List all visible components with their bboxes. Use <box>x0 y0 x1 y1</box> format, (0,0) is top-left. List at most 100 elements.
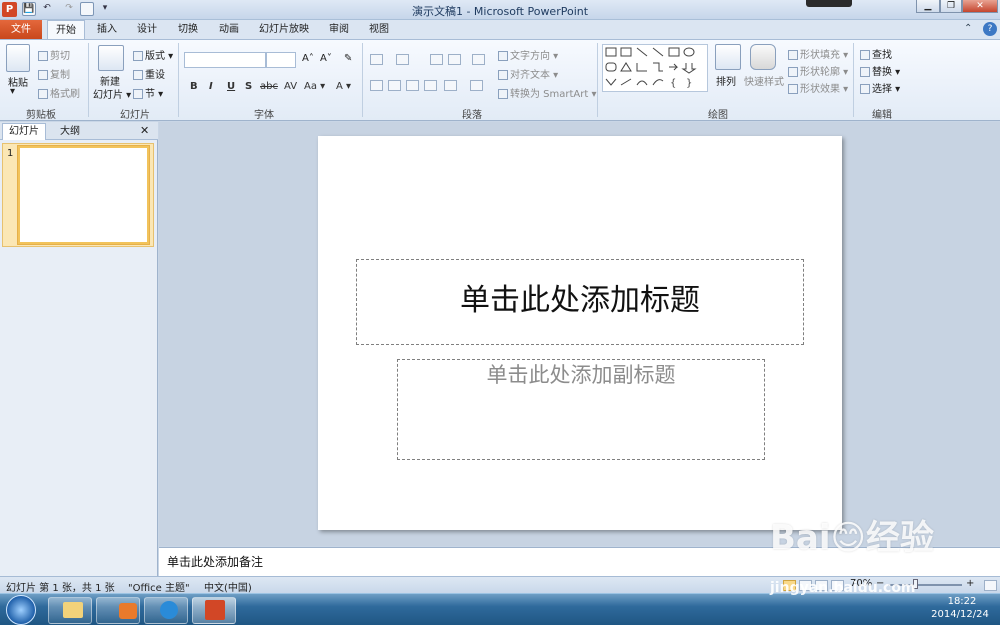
find-label: 查找 <box>872 50 892 61</box>
tab-slideshow[interactable]: 幻灯片放映 <box>252 20 316 40</box>
quick-styles-icon[interactable] <box>750 44 776 70</box>
close-panel-icon[interactable]: ✕ <box>140 124 149 137</box>
minimize-button[interactable]: ▁ <box>916 0 940 13</box>
distributed-icon[interactable] <box>444 80 457 91</box>
clear-formatting-icon[interactable]: ✎ <box>344 53 352 64</box>
arrange-icon[interactable] <box>715 44 741 70</box>
text-shadow-button[interactable]: S <box>245 81 252 92</box>
justify-icon[interactable] <box>424 80 437 91</box>
quick-styles-button[interactable]: 快速样式 <box>744 73 784 88</box>
tab-review[interactable]: 审阅 <box>320 20 358 40</box>
shape-fill-label: 形状填充 ▾ <box>800 50 849 61</box>
underline-button[interactable]: U <box>227 81 235 92</box>
watermark-url: jingyan.baidu.com <box>770 580 916 596</box>
character-spacing-button[interactable]: AV <box>284 81 297 92</box>
tab-file[interactable]: 文件 <box>0 20 42 39</box>
align-left-icon[interactable] <box>370 80 383 91</box>
tab-transitions[interactable]: 切换 <box>169 20 207 40</box>
tab-insert[interactable]: 插入 <box>88 20 126 40</box>
subtitle-placeholder[interactable]: 单击此处添加副标题 <box>397 359 765 460</box>
print-preview-icon[interactable] <box>80 2 94 16</box>
zoom-in-button[interactable]: + <box>966 578 974 589</box>
section-button[interactable]: 节 ▾ <box>133 85 163 100</box>
select-icon <box>860 84 870 94</box>
section-label: 节 ▾ <box>145 89 164 100</box>
align-center-icon[interactable] <box>388 80 401 91</box>
tab-home[interactable]: 开始 <box>47 20 85 40</box>
save-icon[interactable]: 💾 <box>22 2 36 16</box>
cut-button[interactable]: 剪切 <box>38 47 70 62</box>
text-direction-label: 文字方向 ▾ <box>510 51 559 62</box>
new-slide-dropdown[interactable]: 幻灯片 ▾ <box>93 86 131 101</box>
format-painter-button[interactable]: 格式刷 <box>38 85 80 100</box>
pdf-app-icon <box>119 603 137 619</box>
title-placeholder[interactable]: 单击此处添加标题 <box>356 259 804 345</box>
convert-smartart-button[interactable]: 转换为 SmartArt ▾ <box>498 85 597 100</box>
slide-canvas[interactable]: 单击此处添加标题 单击此处添加副标题 <box>318 136 842 530</box>
paste-icon[interactable] <box>6 44 30 72</box>
redo-icon[interactable]: ↷ <box>62 2 76 16</box>
tab-animations[interactable]: 动画 <box>209 20 249 40</box>
numbering-icon[interactable] <box>396 54 409 65</box>
undo-icon[interactable]: ↶ <box>40 2 54 16</box>
arrange-button[interactable]: 排列 <box>716 73 736 88</box>
reset-label: 重设 <box>145 70 165 81</box>
customize-quick-access-icon[interactable]: ▾ <box>98 2 112 16</box>
decrease-indent-icon[interactable] <box>430 54 443 65</box>
columns-icon[interactable] <box>470 80 483 91</box>
copy-icon <box>38 70 48 80</box>
shape-fill-button[interactable]: 形状填充 ▾ <box>788 46 848 61</box>
smartart-label: 转换为 SmartArt ▾ <box>510 89 597 100</box>
ribbon-minimize-icon[interactable]: ⌃ <box>964 23 972 34</box>
bullets-icon[interactable] <box>370 54 383 65</box>
grow-font-button[interactable]: A˄ <box>302 53 314 64</box>
replace-button[interactable]: 替换 ▾ <box>860 63 900 78</box>
paste-dropdown-icon[interactable]: ▾ <box>10 86 15 97</box>
font-name-combo[interactable] <box>184 52 266 68</box>
shapes-gallery[interactable]: {} <box>602 44 708 92</box>
close-button[interactable]: ✕ <box>962 0 998 13</box>
align-text-label: 对齐文本 ▾ <box>510 70 559 81</box>
text-direction-button[interactable]: 文字方向 ▾ <box>498 47 558 62</box>
align-text-button[interactable]: 对齐文本 ▾ <box>498 66 558 81</box>
theme-name[interactable]: "Office 主题" <box>128 579 190 594</box>
shape-effects-button[interactable]: 形状效果 ▾ <box>788 80 848 95</box>
align-right-icon[interactable] <box>406 80 419 91</box>
maximize-button[interactable]: ❐ <box>940 0 962 13</box>
shape-outline-button[interactable]: 形状轮廓 ▾ <box>788 63 848 78</box>
bold-button[interactable]: B <box>190 81 198 92</box>
line-spacing-icon[interactable] <box>472 54 485 65</box>
select-button[interactable]: 选择 ▾ <box>860 80 900 95</box>
shrink-font-button[interactable]: A˅ <box>320 53 332 64</box>
font-color-button[interactable]: A ▾ <box>336 81 351 92</box>
slide-thumbnail[interactable] <box>18 146 149 244</box>
new-slide-icon[interactable] <box>98 45 124 71</box>
ribbon-separator <box>178 43 179 117</box>
fit-to-window-icon[interactable] <box>984 580 997 591</box>
copy-button[interactable]: 复制 <box>38 66 70 81</box>
paragraph-group-label: 段落 <box>462 110 482 121</box>
reset-button[interactable]: 重设 <box>133 66 165 81</box>
powerpoint-logo-icon[interactable]: P <box>2 2 17 17</box>
layout-button[interactable]: 版式 ▾ <box>133 47 173 62</box>
copy-label: 复制 <box>50 70 70 81</box>
start-button-icon[interactable] <box>6 595 36 625</box>
change-case-button[interactable]: Aa ▾ <box>304 81 325 92</box>
layout-label: 版式 ▾ <box>145 51 174 62</box>
clock-date[interactable]: 2014/12/24 <box>929 609 991 620</box>
language-indicator[interactable]: 中文(中国) <box>204 579 252 594</box>
clock-time[interactable]: 18:22 <box>935 596 989 607</box>
svg-text:}: } <box>686 78 692 89</box>
clipboard-group-label: 剪贴板 <box>26 110 56 121</box>
tab-view[interactable]: 视图 <box>360 20 398 40</box>
tab-slides[interactable]: 幻灯片 <box>2 123 46 140</box>
help-icon[interactable]: ? <box>983 22 997 36</box>
tab-outline[interactable]: 大纲 <box>48 124 92 140</box>
find-button[interactable]: 查找 <box>860 46 892 61</box>
replace-label: 替换 ▾ <box>872 67 901 78</box>
font-size-combo[interactable] <box>266 52 296 68</box>
strikethrough-button[interactable]: abc <box>260 81 278 92</box>
italic-button[interactable]: I <box>209 81 213 92</box>
increase-indent-icon[interactable] <box>448 54 461 65</box>
tab-design[interactable]: 设计 <box>128 20 166 40</box>
